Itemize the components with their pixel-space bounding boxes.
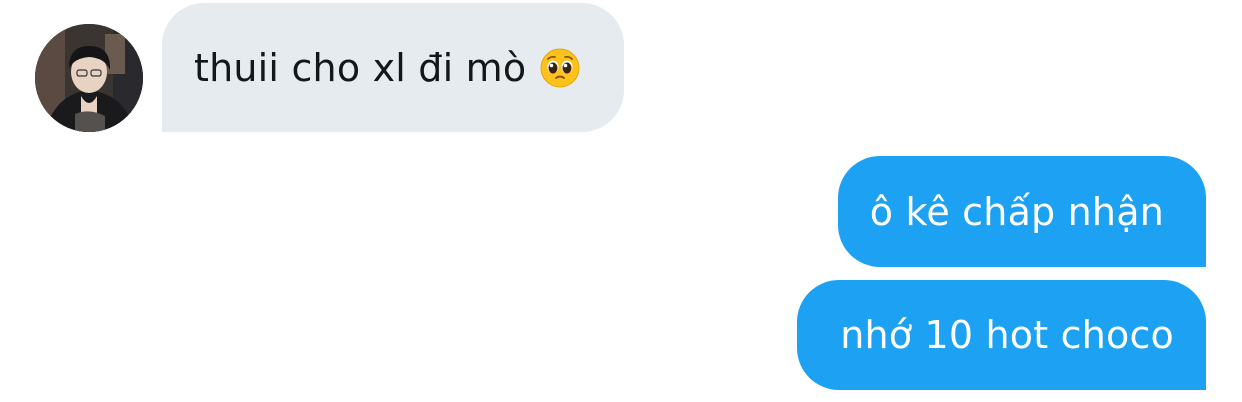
avatar-photo-icon: [35, 24, 143, 132]
incoming-message-text: thuii cho xl đi mò: [194, 45, 527, 90]
pleading-face-icon: [540, 48, 580, 88]
avatar[interactable]: [35, 24, 143, 132]
outgoing-message-bubble[interactable]: nhớ 10 hot choco: [797, 280, 1206, 390]
outgoing-message-text: nhớ 10 hot choco: [840, 313, 1174, 357]
incoming-message-bubble[interactable]: thuii cho xl đi mò: [162, 3, 625, 132]
outgoing-message-text: ô kê chấp nhận: [869, 189, 1164, 234]
conversation-view: thuii cho xl đi mò ô kê chấp nhận nhớ 10…: [0, 0, 1242, 402]
outgoing-message-bubble[interactable]: ô kê chấp nhận: [837, 156, 1206, 267]
